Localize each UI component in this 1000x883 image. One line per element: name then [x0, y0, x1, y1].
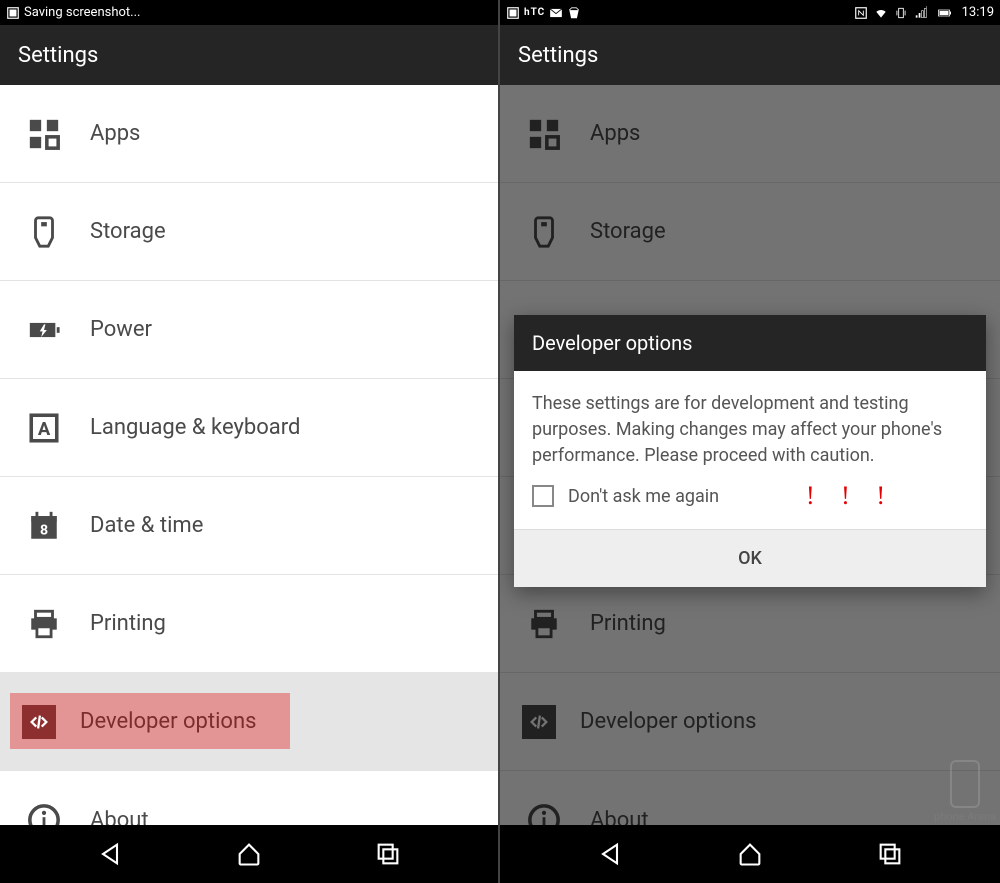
playstore-icon	[567, 6, 581, 20]
about-icon	[22, 798, 66, 825]
item-label: Apps	[90, 121, 140, 146]
item-label: About	[90, 808, 149, 826]
svg-text:!: !	[925, 6, 926, 12]
header: Settings	[0, 25, 498, 85]
watermark-text: phone Arena	[934, 810, 996, 823]
item-label: Developer options	[80, 709, 256, 734]
statusbar: hTC ! 13:19	[500, 0, 1000, 25]
dialog-checkbox-row[interactable]: Don't ask me again	[514, 479, 986, 529]
dialog-ok-button[interactable]: OK	[514, 529, 986, 587]
item-label: Printing	[90, 611, 166, 636]
item-label: Power	[90, 317, 152, 342]
settings-list: Apps Storage Power A Language & keyboard…	[500, 85, 1000, 825]
nav-back-button[interactable]	[590, 834, 630, 874]
nav-recent-button[interactable]	[368, 834, 408, 874]
power-icon	[22, 308, 66, 352]
dont-ask-checkbox[interactable]	[532, 485, 554, 507]
checkbox-label: Don't ask me again	[568, 486, 719, 507]
exclaim-annotation: ! ! !	[806, 477, 895, 515]
storage-icon	[22, 210, 66, 254]
item-label: Date & time	[90, 513, 203, 538]
printing-icon	[22, 602, 66, 646]
vibrate-icon	[894, 6, 908, 20]
settings-item-printing[interactable]: Printing	[0, 575, 498, 673]
settings-item-language[interactable]: A Language & keyboard	[0, 379, 498, 477]
header-title: Settings	[518, 43, 598, 68]
signal-icon: !	[914, 6, 928, 20]
gmail-icon	[549, 6, 563, 20]
item-label: Language & keyboard	[90, 415, 300, 440]
dialog-body: These settings are for development and t…	[514, 371, 986, 479]
settings-item-about[interactable]: About	[0, 771, 498, 825]
status-time: 13:19	[962, 5, 994, 20]
item-label: Storage	[90, 219, 166, 244]
nav-home-button[interactable]	[730, 834, 770, 874]
settings-item-datetime[interactable]: 8 Date & time	[0, 477, 498, 575]
navbar	[500, 825, 1000, 883]
nav-back-button[interactable]	[90, 834, 130, 874]
svg-text:8: 8	[40, 522, 48, 538]
language-icon: A	[22, 406, 66, 450]
header-title: Settings	[18, 43, 98, 68]
screenshot-icon	[6, 6, 20, 20]
dialog-title: Developer options	[514, 315, 986, 371]
screenshot-icon	[506, 6, 520, 20]
nav-home-button[interactable]	[229, 834, 269, 874]
dialog-body-text: These settings are for development and t…	[532, 393, 942, 466]
settings-list[interactable]: Apps Storage Power A Language & keyboard…	[0, 85, 498, 825]
svg-text:A: A	[38, 419, 51, 440]
settings-item-storage[interactable]: Storage	[0, 183, 498, 281]
statusbar: Saving screenshot...	[0, 0, 498, 25]
htc-logo: hTC	[524, 7, 545, 18]
phone-left: Saving screenshot... Settings Apps Stora…	[0, 0, 500, 883]
apps-icon	[22, 112, 66, 156]
nfc-icon	[854, 6, 868, 20]
settings-item-developer[interactable]: Developer options	[0, 673, 498, 771]
nav-recent-button[interactable]	[870, 834, 910, 874]
header: Settings	[500, 25, 1000, 85]
settings-item-power[interactable]: Power	[0, 281, 498, 379]
watermark: phone Arena	[934, 760, 996, 823]
battery-icon	[934, 6, 956, 20]
developer-dialog: Developer options These settings are for…	[514, 315, 986, 587]
developer-icon	[22, 705, 56, 739]
settings-item-apps[interactable]: Apps	[0, 85, 498, 183]
wifi-icon	[874, 6, 888, 20]
navbar	[0, 825, 498, 883]
datetime-icon: 8	[22, 504, 66, 548]
status-text: Saving screenshot...	[24, 5, 140, 20]
phone-right: hTC ! 13:19 Settings Apps Storage Power	[500, 0, 1000, 883]
